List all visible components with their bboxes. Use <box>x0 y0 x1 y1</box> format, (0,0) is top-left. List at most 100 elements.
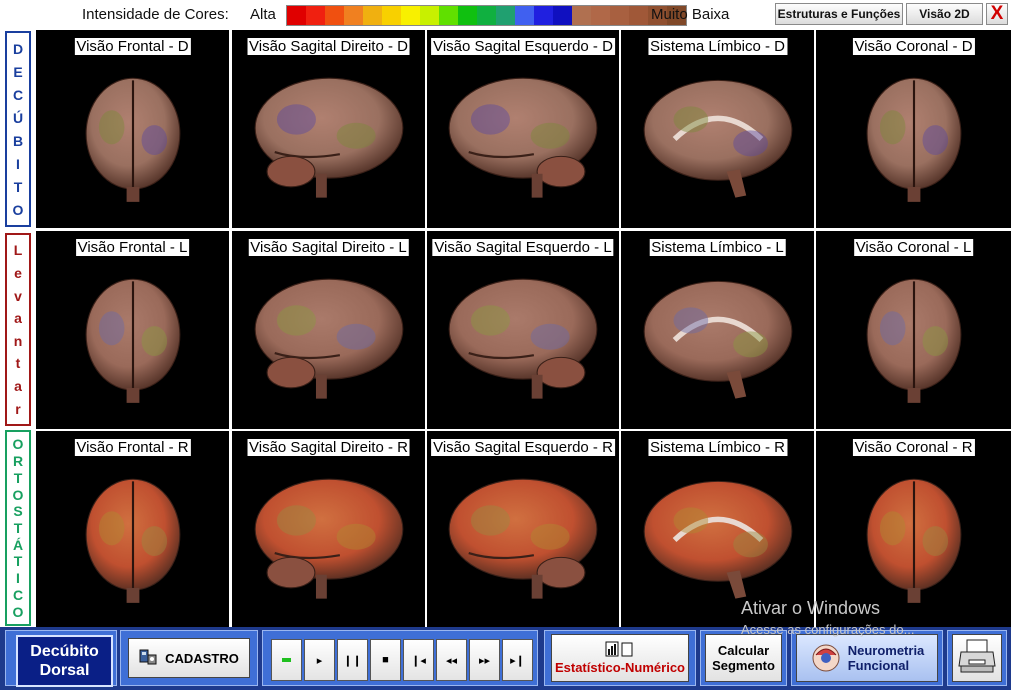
side-letter: a <box>14 378 22 395</box>
coronal-view-d[interactable]: Visão Coronal - D <box>816 30 1011 228</box>
brain-views-grid: Visão Frontal - D Visão Sagital Direito … <box>36 30 1011 627</box>
color-scale-swatch <box>515 6 534 25</box>
chart-icon <box>605 641 635 660</box>
side-letter: D <box>12 40 24 57</box>
side-letter: T <box>13 553 23 570</box>
color-scale-swatch <box>287 6 306 25</box>
statistics-panel: Estatístico-Numérico <box>544 630 696 686</box>
sagittal-right-view-l[interactable]: Visão Sagital Direito - L <box>232 231 425 429</box>
side-letter: Ú <box>12 109 24 126</box>
side-label-levantar[interactable]: Levantar <box>5 233 31 426</box>
sagittal-left-view-r[interactable]: Visão Sagital Esquerdo - R <box>427 431 619 627</box>
brain-render-image <box>447 475 599 610</box>
side-letter: E <box>13 63 23 80</box>
structures-functions-button[interactable]: Estruturas e Funções <box>775 3 903 25</box>
view-title: Visão Frontal - R <box>74 439 191 456</box>
close-button[interactable]: X <box>986 3 1008 25</box>
frontal-view-r[interactable]: Visão Frontal - R <box>36 431 229 627</box>
statistical-numeric-button[interactable]: Estatístico-Numérico <box>551 634 689 682</box>
color-scale-swatch <box>534 6 553 25</box>
color-scale-swatch <box>477 6 496 25</box>
frontal-view-l[interactable]: Visão Frontal - L <box>36 231 229 429</box>
calculate-segment-button[interactable]: Calcular Segmento <box>705 634 782 682</box>
side-letter: O <box>12 201 24 218</box>
sagittal-right-view-r[interactable]: Visão Sagital Direito - R <box>232 431 425 627</box>
view-title: Sistema Límbico - L <box>649 239 786 256</box>
view-title: Sistema Límbico - R <box>647 439 788 456</box>
side-letter: T <box>13 469 23 486</box>
sagittal-right-view-d[interactable]: Visão Sagital Direito - D <box>232 30 425 228</box>
decubito-dorsal-button[interactable]: Decúbito Dorsal <box>16 635 113 687</box>
side-letter: n <box>13 332 23 349</box>
sagittal-left-view-d[interactable]: Visão Sagital Esquerdo - D <box>427 30 619 228</box>
side-letter: R <box>12 453 24 470</box>
view-title: Visão Coronal - D <box>852 38 975 55</box>
sagittal-left-view-l[interactable]: Visão Sagital Esquerdo - L <box>427 231 619 429</box>
view-title: Visão Frontal - D <box>74 38 191 55</box>
limbic-system-view-d[interactable]: Sistema Límbico - D <box>621 30 814 228</box>
print-panel <box>947 630 1007 686</box>
side-letter: r <box>15 400 21 417</box>
segment-panel: Calcular Segmento <box>700 630 787 686</box>
coronal-view-l[interactable]: Visão Coronal - L <box>816 231 1011 429</box>
side-label-ortostatico[interactable]: ORTOSTÁTICO <box>5 430 31 626</box>
view-title: Visão Sagital Esquerdo - R <box>431 439 615 456</box>
pause-button[interactable]: ❙❙ <box>337 639 368 681</box>
side-letter: a <box>14 310 22 327</box>
brain-render-image <box>642 74 794 209</box>
color-scale-swatch <box>629 6 648 25</box>
last-frame-button[interactable]: ▸❙ <box>502 639 533 681</box>
brain-render-image <box>74 475 192 610</box>
limbic-system-view-l[interactable]: Sistema Límbico - L <box>621 231 814 429</box>
view-2d-button[interactable]: Visão 2D <box>906 3 983 25</box>
cadastro-label: CADASTRO <box>165 650 239 666</box>
brain-render-image <box>855 74 973 209</box>
cadastro-button[interactable]: CADASTRO <box>128 638 250 678</box>
color-scale-legend <box>286 5 687 26</box>
brain-render-image <box>642 275 794 410</box>
cadastro-panel: CADASTRO <box>120 630 258 686</box>
view-title: Visão Coronal - L <box>853 239 974 256</box>
side-letter: t <box>15 355 21 372</box>
color-scale-swatch <box>572 6 591 25</box>
color-scale-swatch <box>325 6 344 25</box>
side-letter: S <box>13 503 23 520</box>
color-scale-swatch <box>344 6 363 25</box>
windows-activation-watermark: Ativar o Windows <box>741 598 881 618</box>
side-letter: C <box>12 86 24 103</box>
side-letter: O <box>12 603 24 620</box>
decubito-line2: Dorsal <box>39 662 90 679</box>
color-scale-swatch <box>306 6 325 25</box>
color-scale-swatch <box>420 6 439 25</box>
view-title: Visão Coronal - R <box>852 439 975 456</box>
side-letter: Á <box>12 536 24 553</box>
side-letter: T <box>13 519 23 536</box>
calculate-line2: Segmento <box>712 658 775 673</box>
view-title: Sistema Límbico - D <box>647 38 788 55</box>
view-title: Visão Sagital Direito - D <box>247 38 410 55</box>
view-title: Visão Sagital Esquerdo - D <box>431 38 615 55</box>
decubito-line1: Decúbito <box>30 643 99 660</box>
play-button[interactable]: ▸ <box>304 639 335 681</box>
print-button[interactable] <box>952 634 1002 682</box>
forward-button[interactable]: ▸▸ <box>469 639 500 681</box>
brain-render-image <box>74 275 192 410</box>
record-indicator[interactable] <box>271 639 302 681</box>
color-scale-swatch <box>439 6 458 25</box>
printer-icon <box>957 638 997 679</box>
frontal-view-d[interactable]: Visão Frontal - D <box>36 30 229 228</box>
side-letter: I <box>16 570 20 587</box>
brain-render-image <box>253 475 405 610</box>
neurometry-line1: Neurometria <box>847 643 925 658</box>
side-letter: B <box>12 132 24 149</box>
side-letter: I <box>16 155 20 172</box>
windows-activation-watermark-sub: Acesse as configurações do... <box>741 622 915 637</box>
first-frame-button[interactable]: ❙◂ <box>403 639 434 681</box>
view-title: Visão Sagital Esquerdo - L <box>432 239 614 256</box>
side-letter: e <box>14 264 22 281</box>
stop-button[interactable]: ■ <box>370 639 401 681</box>
side-label-decubito[interactable]: DECÚBITO <box>5 31 31 227</box>
functional-neurometry-button[interactable]: Neurometria Funcional <box>796 634 938 682</box>
color-scale-swatch <box>610 6 629 25</box>
rewind-button[interactable]: ◂◂ <box>436 639 467 681</box>
